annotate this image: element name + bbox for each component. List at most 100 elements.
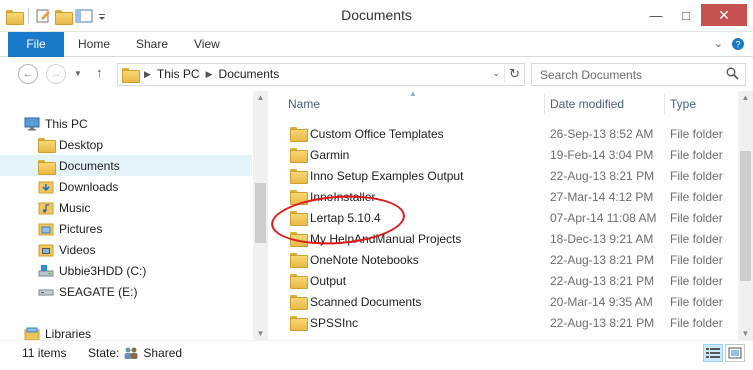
file-name: Garmin bbox=[310, 148, 350, 162]
folder-icon bbox=[290, 253, 308, 268]
folder-icon bbox=[290, 295, 308, 310]
item-count: 11 items bbox=[22, 346, 67, 360]
share-state: State: Shared bbox=[88, 346, 182, 360]
file-row[interactable]: InnoInstaller 27-Mar-14 4:12 PM File fol… bbox=[276, 186, 738, 207]
column-header-name[interactable]: Name bbox=[288, 91, 320, 118]
file-name: SPSSInc bbox=[310, 316, 359, 330]
downloads-folder-icon bbox=[38, 181, 54, 193]
file-row[interactable]: OneNote Notebooks 22-Aug-13 8:21 PM File… bbox=[276, 249, 738, 270]
ribbon-right-controls: ⌄ ? bbox=[714, 37, 745, 51]
file-row[interactable]: Custom Office Templates 26-Sep-13 8:52 A… bbox=[276, 123, 738, 144]
scrollbar-thumb[interactable] bbox=[740, 151, 751, 281]
large-icons-view-button[interactable] bbox=[725, 344, 745, 362]
file-name: InnoInstaller bbox=[310, 190, 376, 204]
nav-label: Desktop bbox=[59, 137, 104, 152]
tab-home[interactable]: Home bbox=[78, 32, 110, 57]
details-view-button[interactable] bbox=[703, 344, 723, 362]
nav-item-downloads[interactable]: Downloads bbox=[0, 176, 252, 197]
nav-item-documents[interactable]: Documents bbox=[0, 155, 252, 176]
file-row[interactable]: Garmin 19-Feb-14 3:04 PM File folder bbox=[276, 144, 738, 165]
forward-button[interactable]: → bbox=[46, 64, 66, 84]
nav-item-drive-e[interactable]: SEAGATE (E:) bbox=[0, 281, 252, 302]
nav-item-drive-c[interactable]: Ubbie3HDD (C:) bbox=[0, 260, 252, 281]
shared-users-icon bbox=[124, 347, 138, 359]
help-icon[interactable]: ? bbox=[731, 37, 745, 51]
file-list-scrollbar[interactable]: ▲ ▼ bbox=[738, 91, 753, 340]
file-name: OneNote Notebooks bbox=[310, 253, 419, 267]
maximize-button[interactable]: □ bbox=[671, 4, 701, 26]
view-toggle bbox=[703, 344, 745, 362]
file-row-lertap[interactable]: Lertap 5.10.4 07-Apr-14 11:08 AM File fo… bbox=[276, 207, 738, 228]
file-type: File folder bbox=[670, 169, 723, 183]
nav-item-desktop[interactable]: Desktop bbox=[0, 134, 252, 155]
file-date: 19-Feb-14 3:04 PM bbox=[550, 148, 654, 162]
scroll-up-arrow-icon[interactable]: ▲ bbox=[738, 93, 753, 102]
file-row[interactable]: Output 22-Aug-13 8:21 PM File folder bbox=[276, 270, 738, 291]
folder-icon bbox=[290, 148, 308, 163]
chevron-right-icon[interactable]: ▶ bbox=[144, 69, 151, 80]
search-placeholder: Search Documents bbox=[540, 68, 643, 82]
folder-icon bbox=[290, 316, 308, 331]
chevron-right-icon[interactable]: ▶ bbox=[206, 69, 213, 80]
status-bar: 11 items State: Shared bbox=[0, 340, 753, 370]
file-type: File folder bbox=[670, 274, 723, 288]
file-date: 22-Aug-13 8:21 PM bbox=[550, 316, 655, 330]
folder-icon bbox=[290, 211, 308, 226]
removable-drive-icon bbox=[38, 289, 54, 295]
minimize-button[interactable]: — bbox=[641, 4, 671, 26]
documents-folder-icon bbox=[38, 159, 56, 175]
column-header-date[interactable]: Date modified bbox=[550, 91, 624, 118]
column-divider[interactable] bbox=[544, 93, 545, 115]
tab-file[interactable]: File bbox=[8, 32, 64, 57]
nav-scrollbar[interactable]: ▲ ▼ bbox=[253, 91, 268, 340]
nav-item-this-pc[interactable]: This PC bbox=[0, 113, 252, 134]
breadcrumb-documents[interactable]: Documents bbox=[219, 67, 280, 81]
file-type: File folder bbox=[670, 190, 723, 204]
back-button[interactable]: ← bbox=[18, 64, 38, 84]
close-button[interactable]: ✕ bbox=[701, 4, 747, 26]
recent-locations-icon[interactable]: ▼ bbox=[74, 69, 82, 78]
tab-view[interactable]: View bbox=[194, 32, 220, 57]
address-row: ← → ▼ ↑ ▶ This PC ▶ Documents ⌄ ↻ Search… bbox=[0, 57, 753, 91]
search-input[interactable]: Search Documents bbox=[531, 63, 746, 86]
file-row[interactable]: My HelpAndManual Projects 18-Dec-13 9:21… bbox=[276, 228, 738, 249]
nav-item-music[interactable]: Music bbox=[0, 197, 252, 218]
file-type: File folder bbox=[670, 232, 723, 246]
search-icon[interactable] bbox=[726, 67, 739, 80]
nav-item-videos[interactable]: Videos bbox=[0, 239, 252, 260]
nav-item-pictures[interactable]: Pictures bbox=[0, 218, 252, 239]
nav-label: This PC bbox=[45, 116, 88, 131]
file-type: File folder bbox=[670, 316, 723, 330]
chevron-down-icon[interactable]: ⌄ bbox=[714, 37, 723, 51]
address-bar[interactable]: ▶ This PC ▶ Documents ⌄ ↻ bbox=[117, 63, 525, 86]
file-row[interactable]: Inno Setup Examples Output 22-Aug-13 8:2… bbox=[276, 165, 738, 186]
nav-label: Pictures bbox=[59, 221, 103, 236]
file-date: 20-Mar-14 9:35 AM bbox=[550, 295, 653, 309]
nav-label: Downloads bbox=[59, 179, 119, 194]
tab-share[interactable]: Share bbox=[136, 32, 168, 57]
column-divider[interactable] bbox=[664, 93, 665, 115]
file-row[interactable]: Scanned Documents 20-Mar-14 9:35 AM File… bbox=[276, 291, 738, 312]
file-date: 22-Aug-13 8:21 PM bbox=[550, 274, 655, 288]
file-date: 27-Mar-14 4:12 PM bbox=[550, 190, 654, 204]
column-header-type[interactable]: Type bbox=[670, 91, 696, 118]
libraries-icon bbox=[24, 327, 40, 340]
file-name: My HelpAndManual Projects bbox=[310, 232, 462, 246]
up-arrow-icon[interactable]: ↑ bbox=[96, 65, 103, 80]
desktop-folder-icon bbox=[38, 138, 56, 153]
folder-icon bbox=[290, 169, 308, 184]
chevron-down-icon[interactable]: ⌄ bbox=[492, 68, 500, 79]
file-date: 18-Dec-13 9:21 AM bbox=[550, 232, 654, 246]
nav-label: Documents bbox=[59, 159, 120, 173]
scroll-down-arrow-icon[interactable]: ▼ bbox=[253, 329, 268, 338]
file-type: File folder bbox=[670, 148, 723, 162]
file-row[interactable]: SPSSInc 22-Aug-13 8:21 PM File folder bbox=[276, 312, 738, 333]
scroll-up-arrow-icon[interactable]: ▲ bbox=[253, 93, 268, 102]
ribbon-tabs: File Home Share View ⌄ ? bbox=[0, 32, 753, 57]
file-date: 26-Sep-13 8:52 AM bbox=[550, 127, 654, 141]
nav-item-libraries[interactable]: Libraries bbox=[0, 323, 252, 340]
refresh-icon[interactable]: ↻ bbox=[504, 66, 520, 82]
breadcrumb-this-pc[interactable]: This PC bbox=[157, 67, 200, 81]
scrollbar-thumb[interactable] bbox=[255, 183, 266, 243]
scroll-down-arrow-icon[interactable]: ▼ bbox=[738, 329, 753, 338]
